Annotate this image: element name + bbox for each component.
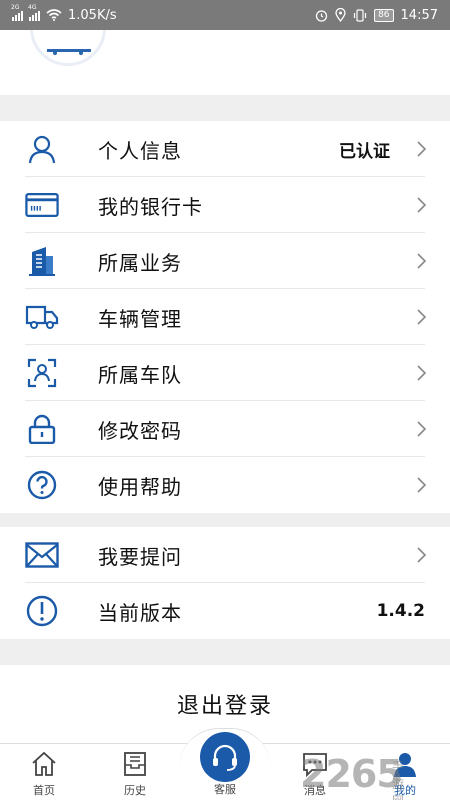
menu-item-version: 当前版本 1.4.2: [0, 583, 450, 639]
menu-item-bank-card[interactable]: 我的银行卡: [0, 177, 450, 233]
network-speed: 1.05K/s: [68, 7, 117, 23]
menu-item-personal-info[interactable]: 个人信息 已认证: [0, 121, 450, 177]
lock-icon: [25, 413, 59, 445]
menu-item-fleet[interactable]: 所属车队: [0, 345, 450, 401]
watermark-number: 2265: [300, 752, 403, 796]
menu-item-help[interactable]: 使用帮助: [0, 457, 450, 513]
user-icon: [25, 133, 59, 165]
wifi-icon: [46, 9, 62, 21]
watermark: 2265手游网: [300, 752, 404, 800]
face-scan-icon: [25, 357, 59, 389]
truck-logo-icon: [47, 49, 91, 55]
nav-history[interactable]: 历史: [100, 744, 170, 800]
truck-icon: [25, 301, 59, 333]
menu-item-label: 当前版本: [98, 600, 182, 625]
signal-icon: 4G: [28, 4, 40, 21]
clock: 14:57: [400, 7, 438, 23]
nav-label: 历史: [124, 784, 146, 797]
mail-icon: [25, 539, 59, 571]
menu-item-change-password[interactable]: 修改密码: [0, 401, 450, 457]
menu-item-label: 所属车队: [98, 362, 182, 387]
location-icon: [335, 8, 346, 22]
menu-group-secondary: 我要提问 当前版本 1.4.2: [0, 527, 450, 639]
history-icon: [124, 752, 146, 776]
menu-item-label: 个人信息: [98, 138, 182, 163]
menu-item-business[interactable]: 所属业务: [0, 233, 450, 289]
vibrate-icon: [353, 8, 367, 22]
bank-card-icon: [25, 189, 59, 221]
menu-item-ask-question[interactable]: 我要提问: [0, 527, 450, 583]
info-icon: [25, 595, 59, 627]
menu-item-label: 使用帮助: [98, 474, 182, 499]
menu-item-label: 所属业务: [98, 250, 182, 275]
signal-icon: 2G: [11, 4, 23, 21]
chevron-right-icon: [417, 253, 427, 269]
chevron-right-icon: [417, 197, 427, 213]
status-bar: 2G 4G 1.05K/s 86 14:57: [0, 0, 450, 30]
nav-label: 客服: [214, 783, 236, 796]
menu-item-label: 我的银行卡: [98, 194, 203, 219]
menu-item-label: 我要提问: [98, 544, 182, 569]
verification-status: 已认证: [339, 141, 390, 162]
chevron-right-icon: [417, 141, 427, 157]
watermark-text: 手游网: [392, 760, 405, 800]
menu-item-label: 修改密码: [98, 418, 182, 443]
chevron-right-icon: [417, 547, 427, 563]
chevron-right-icon: [417, 477, 427, 493]
chevron-right-icon: [417, 309, 427, 325]
chevron-right-icon: [417, 421, 427, 437]
help-icon: [25, 469, 59, 501]
menu-item-vehicle-management[interactable]: 车辆管理: [0, 289, 450, 345]
app-version: 1.4.2: [376, 601, 425, 621]
home-icon: [32, 751, 56, 776]
alarm-icon: [315, 9, 328, 22]
headset-icon: [213, 744, 237, 771]
profile-header: [0, 30, 450, 95]
battery-indicator: 86: [374, 8, 394, 22]
avatar[interactable]: [30, 30, 106, 66]
menu-item-label: 车辆管理: [98, 306, 182, 331]
chevron-right-icon: [417, 365, 427, 381]
menu-group-primary: 个人信息 已认证 我的银行卡 所属业务 车辆管理 所属车队 修改密码 使用帮助: [0, 121, 450, 513]
building-icon: [25, 245, 59, 277]
nav-label: 首页: [33, 784, 55, 797]
nav-home[interactable]: 首页: [9, 744, 79, 800]
customer-service-button[interactable]: [200, 732, 250, 782]
